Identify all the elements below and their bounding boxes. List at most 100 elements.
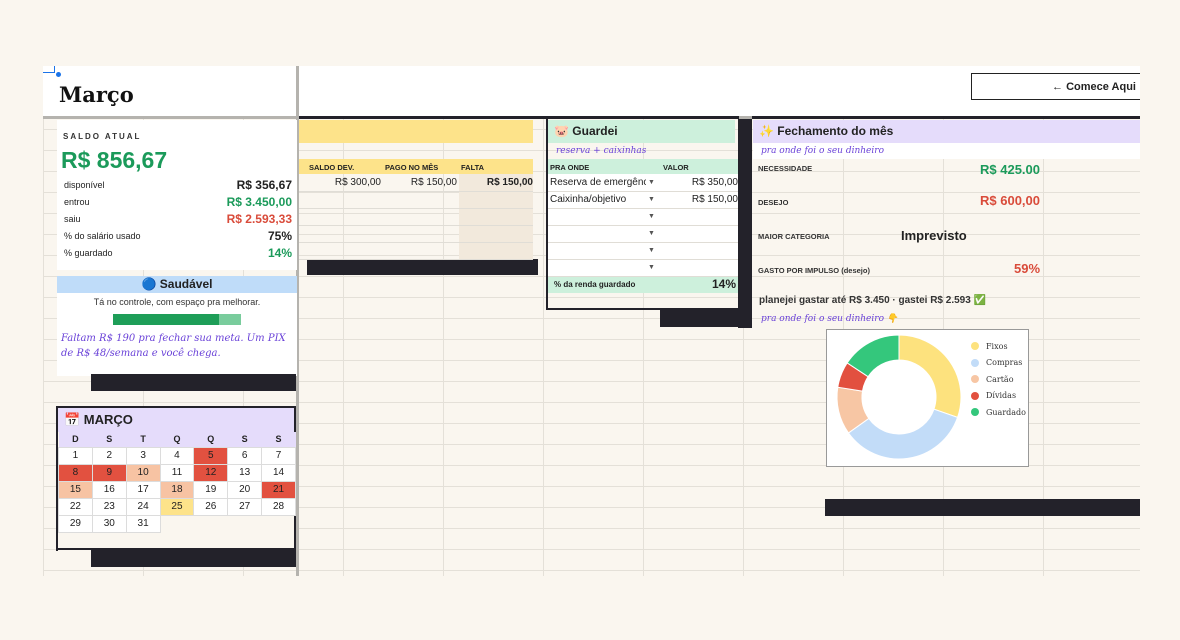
weekday-header: S (227, 432, 262, 447)
dropdown-arrow-icon[interactable]: ▼ (648, 247, 655, 254)
debt-col-falta: FALTA (461, 163, 485, 172)
calendar-day[interactable]: 18 (159, 480, 195, 499)
calendar-day[interactable]: 24 (125, 497, 161, 516)
calendar-day[interactable]: 11 (159, 463, 195, 482)
guardei-row-2-onde[interactable]: Caixinha/objetivo (550, 191, 646, 208)
dropdown-arrow-icon[interactable]: ▼ (648, 196, 655, 203)
fechamento-left-bar (750, 119, 752, 328)
chart-legend: Fixos Compras Cartão Dívidas Guardado (971, 338, 1026, 421)
row-gridline (299, 208, 533, 209)
dropdown-arrow-icon[interactable]: ▼ (648, 213, 655, 220)
debt-cell-pago[interactable]: R$ 150,00 (379, 174, 457, 191)
legend-label: Compras (986, 358, 1023, 368)
calendar-day[interactable]: 26 (193, 497, 229, 516)
comece-aqui-button[interactable]: ← Comece Aqui (971, 73, 1140, 100)
calendar-day[interactable]: 22 (58, 497, 93, 516)
calendar-day[interactable]: 17 (125, 480, 161, 499)
calendar-day[interactable]: 12 (193, 463, 229, 482)
legend-swatch (971, 358, 979, 367)
health-card: 🔵 Saudável Tá no controle, com espaço pr… (57, 276, 297, 376)
spreadsheet-grid[interactable]: Março ← Comece Aqui SALDO ATUAL R$ 856,6… (43, 66, 1140, 576)
maior-categoria-label: MAIOR CATEGORIA (758, 232, 830, 241)
legend-swatch (971, 391, 979, 400)
weekday-header: Q (160, 432, 194, 447)
health-note: Faltam R$ 190 pra fechar sua meta. Um PI… (61, 333, 286, 359)
impulso-label: GASTO POR IMPULSO (desejo) (758, 266, 870, 275)
calendar-day[interactable]: 3 (125, 446, 161, 465)
calendar-day[interactable]: 19 (193, 480, 229, 499)
guardei-row-1-onde[interactable]: Reserva de emergênc (550, 174, 646, 191)
legend-swatch (971, 342, 979, 351)
calendar-day[interactable]: 20 (227, 480, 263, 499)
row-gridline (548, 259, 738, 260)
necessidade-value: R$ 425.00 (980, 162, 1040, 177)
row-gridline (548, 208, 738, 209)
guardei-row-2-valor[interactable]: R$ 150,00 (658, 191, 738, 208)
dropdown-arrow-icon[interactable]: ▼ (648, 179, 655, 186)
calendar-day[interactable]: 31 (125, 514, 161, 533)
shadow-block (91, 550, 296, 567)
calendar-day[interactable]: 27 (227, 497, 263, 516)
dropdown-arrow-icon[interactable]: ▼ (648, 264, 655, 271)
calendar-day[interactable]: 7 (261, 446, 296, 465)
selected-cell-marker[interactable] (43, 66, 55, 73)
calendar-day[interactable]: 16 (91, 480, 127, 499)
saldo-label: SALDO ATUAL (63, 132, 142, 141)
weekday-header: D (58, 432, 93, 447)
planejei-text: planejei gastar até R$ 3.450 · gastei R$… (759, 295, 987, 306)
impulso-value: 59% (1014, 261, 1041, 276)
calendar-day[interactable]: 6 (227, 446, 263, 465)
legend-label: Dívidas (986, 391, 1017, 401)
calendar-day[interactable]: 8 (58, 463, 93, 482)
selection-handle[interactable] (56, 72, 61, 77)
necessidade-label: NECESSIDADE (758, 164, 813, 173)
calendar-day[interactable]: 13 (227, 463, 263, 482)
calendar-empty (228, 515, 262, 532)
calendar-day[interactable]: 9 (91, 463, 127, 482)
legend-item[interactable]: Guardado (971, 404, 1026, 421)
calendar-day[interactable]: 21 (261, 480, 296, 499)
calendar-day[interactable]: 15 (58, 480, 93, 499)
weekday-header: S (261, 432, 296, 447)
calendar-day[interactable]: 10 (125, 463, 161, 482)
maior-categoria-value: Imprevisto (901, 228, 967, 243)
fechamento-subtitle: pra onde foi o seu dinheiro (761, 146, 884, 156)
section-top-bar (299, 116, 739, 119)
guardei-row-1-valor[interactable]: R$ 350,00 (658, 174, 738, 191)
calendar-day[interactable]: 30 (91, 514, 127, 533)
weekday-header: Q (193, 432, 228, 447)
legend-label: Fixos (986, 341, 1008, 351)
debt-col-pago: PAGO NO MÊS (385, 163, 439, 172)
debt-header-band (299, 120, 533, 143)
calendar-day[interactable]: 5 (193, 446, 229, 465)
legend-item[interactable]: Fixos (971, 338, 1026, 355)
weekday-header: T (126, 432, 161, 447)
legend-item[interactable]: Compras (971, 355, 1026, 372)
debt-cell-falta[interactable]: R$ 150,00 (455, 174, 533, 191)
shadow-block (825, 499, 1140, 516)
calendar-day[interactable]: 25 (159, 497, 195, 516)
debt-cell-saldo[interactable]: R$ 300,00 (303, 174, 381, 191)
spending-donut-chart[interactable]: Fixos Compras Cartão Dívidas Guardado (826, 329, 1029, 467)
row-gridline (548, 225, 738, 226)
shadow-block (91, 374, 296, 391)
desejo-label: DESEJO (758, 198, 789, 207)
calendar-day[interactable]: 29 (58, 514, 93, 533)
legend-item[interactable]: Cartão (971, 371, 1026, 388)
legend-label: Guardado (986, 407, 1026, 417)
shadow-block (660, 310, 750, 327)
calendar-day[interactable]: 28 (261, 497, 296, 516)
calendar-day[interactable]: 23 (91, 497, 127, 516)
dropdown-arrow-icon[interactable]: ▼ (648, 230, 655, 237)
health-subtitle: Tá no controle, com espaço pra melhorar. (93, 297, 261, 307)
guardei-col-onde: PRA ONDE (550, 163, 590, 172)
calendar-day[interactable]: 4 (159, 446, 195, 465)
donut-slice-fixos[interactable] (898, 334, 962, 419)
legend-item[interactable]: Dívidas (971, 388, 1026, 405)
calendar-day[interactable]: 14 (261, 463, 296, 482)
calendar-day[interactable]: 1 (58, 446, 93, 465)
calendar-day[interactable]: 2 (91, 446, 127, 465)
row-gridline (548, 191, 738, 192)
guardei-footer-value: 14% (711, 277, 736, 291)
saldo-row-saiu: saiu R$ 2.593,33 (64, 211, 292, 226)
